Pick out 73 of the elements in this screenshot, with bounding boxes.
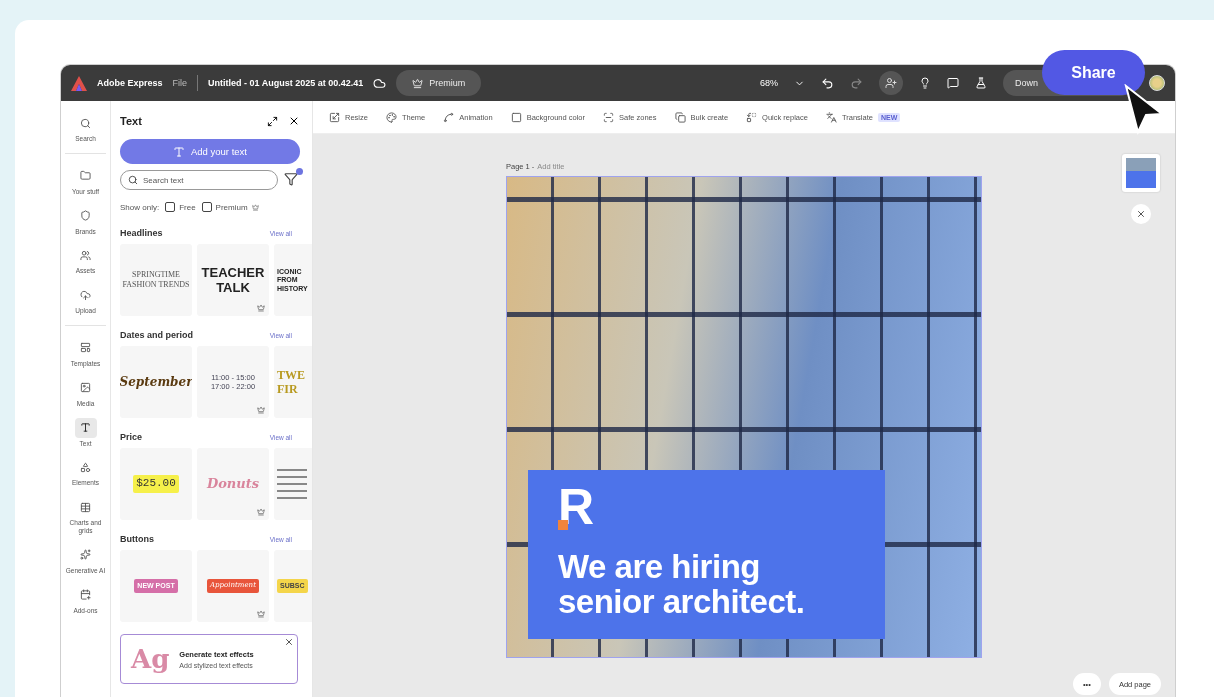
add-on-icon: [80, 589, 91, 601]
folder-icon: [80, 170, 91, 182]
copy-icon: [674, 111, 686, 123]
scan-icon: [603, 111, 614, 123]
template-text: Donuts: [206, 477, 260, 491]
upload-icon: [80, 289, 91, 301]
hiring-banner[interactable]: R We are hiring senior architect.: [528, 470, 885, 639]
people-icon: [80, 249, 91, 261]
add-text-button[interactable]: Add your text: [120, 139, 300, 164]
shapes-icon: [80, 461, 91, 473]
cloud-icon: [373, 76, 387, 90]
section-title: Price: [120, 432, 143, 442]
user-plus-icon: [885, 77, 897, 89]
template-text: TALK: [216, 280, 250, 295]
share-button[interactable]: Share: [1042, 50, 1145, 95]
lightbulb-icon[interactable]: [919, 77, 931, 89]
filter-checkbox[interactable]: Free: [165, 202, 196, 212]
translate-icon: [825, 111, 837, 123]
search-icon: [80, 117, 91, 129]
close-button[interactable]: [1131, 204, 1151, 224]
table-icon: [80, 501, 91, 513]
template-text: SPRINGTIME: [132, 271, 180, 280]
logo-mark: R: [558, 482, 596, 534]
image-icon: [80, 382, 91, 394]
template-icon: [80, 342, 91, 354]
headline-text: senior architect.: [558, 584, 806, 620]
premium-button[interactable]: Premium: [396, 70, 482, 96]
panel-title: Text: [120, 115, 143, 127]
document-title[interactable]: Untitled - 01 August 2025 at 00.42.41: [208, 78, 364, 88]
search-icon: [128, 175, 138, 185]
comment-icon[interactable]: [947, 77, 959, 89]
headline-text: We are hiring: [558, 550, 761, 585]
invite-button[interactable]: [879, 71, 903, 95]
avatar[interactable]: [1149, 75, 1165, 91]
template-text: $25.00: [133, 475, 179, 493]
resize-icon: [329, 111, 340, 123]
flask-icon[interactable]: [975, 77, 987, 89]
text-icon: [173, 145, 185, 158]
close-icon[interactable]: [288, 115, 300, 127]
template-thumbnail[interactable]: SPRINGTIME FASHION TRENDS: [120, 244, 192, 316]
template-text: TWE: [277, 368, 305, 382]
undo-icon[interactable]: [821, 76, 834, 90]
text-icon: [80, 422, 91, 434]
replace-icon: [746, 111, 758, 123]
close-icon: [1136, 209, 1146, 219]
section-title: Headlines: [120, 228, 163, 238]
zoom-level[interactable]: 68%: [760, 78, 778, 88]
template-text: FIR: [277, 382, 298, 396]
artboard[interactable]: R We are hiring senior architect.: [506, 176, 982, 658]
filter-checkbox[interactable]: Premium: [201, 202, 259, 212]
close-icon: [284, 637, 294, 647]
expand-icon[interactable]: [267, 115, 278, 127]
close-button[interactable]: [284, 637, 294, 647]
crown-icon: [412, 77, 424, 89]
template-text: FASHION TRENDS: [122, 280, 190, 289]
page-thumbnail[interactable]: [1122, 154, 1160, 192]
spline-icon: [443, 111, 455, 123]
search-field[interactable]: Search text: [120, 170, 278, 190]
sparkles-icon: [80, 549, 91, 561]
section-title: Buttons: [120, 534, 154, 544]
file-menu[interactable]: File: [172, 78, 188, 88]
palette-icon: [385, 111, 397, 123]
template-thumbnail[interactable]: TEACHER TALK: [197, 244, 269, 316]
app-name: Adobe Express: [97, 78, 163, 88]
show-only-label: Show only:: [120, 202, 160, 212]
redo-icon[interactable]: [850, 76, 863, 90]
text-effect-art: Ag: [131, 644, 170, 674]
logo-icon: [71, 75, 87, 91]
template-thumbnail[interactable]: $25.00: [120, 448, 192, 520]
shield-icon: [80, 210, 91, 222]
square-icon: [510, 111, 522, 123]
template-text: TEACHER: [201, 265, 265, 280]
section-title: Dates and period: [120, 330, 193, 340]
